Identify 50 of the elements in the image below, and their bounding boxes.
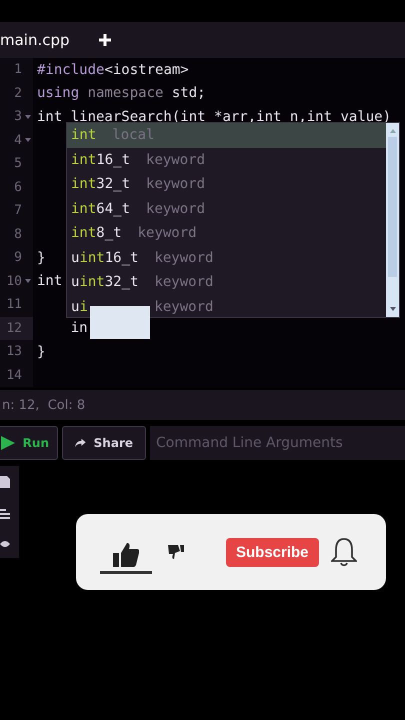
code-line: in (70, 320, 88, 336)
line-number: 7 (14, 203, 22, 218)
line-number: 6 (14, 180, 22, 195)
code-line: using namespace std; (37, 85, 206, 102)
line-number: 10 (6, 274, 22, 289)
suggestion-item[interactable]: int 16_t keyword (67, 148, 386, 172)
cursor-position: n: 12, Col: 8 (2, 398, 86, 412)
play-icon (0, 436, 15, 450)
line-number: 1 (14, 62, 22, 78)
line-number: 11 (6, 297, 22, 312)
suggestion-item[interactable]: int64_t keyword (67, 196, 386, 221)
list-icon[interactable] (0, 508, 10, 519)
line-number: 8 (14, 226, 22, 242)
suggestion-item[interactable]: uint32_t keyword (67, 270, 386, 294)
suggestion-item[interactable]: ui keyword (67, 294, 386, 319)
code-line: int (37, 273, 62, 290)
fold-caret-icon[interactable] (25, 114, 31, 119)
line-number: 3 (14, 109, 22, 124)
dislike-icon[interactable] (168, 545, 184, 559)
scrollbar[interactable] (386, 123, 399, 317)
share-icon (75, 437, 86, 449)
line-number: 12 (6, 320, 22, 336)
bell-icon[interactable] (330, 537, 357, 567)
line-number: 4 (14, 132, 22, 148)
suggestion-item[interactable]: int local (67, 123, 386, 148)
thumbs-up-icon (113, 542, 139, 566)
file-tab[interactable]: main.cpp (0, 25, 70, 55)
suggestion-item[interactable]: int8_t keyword (67, 221, 386, 246)
code-line: } (37, 344, 46, 360)
code-line: } (37, 250, 46, 266)
line-number: 9 (14, 250, 22, 266)
share-button[interactable]: Share (62, 426, 146, 460)
plus-icon[interactable] (98, 33, 112, 47)
suggestion-item[interactable]: uint 16_t keyword (67, 246, 386, 270)
run-button[interactable]: Run (0, 426, 58, 460)
line-number: 2 (14, 86, 22, 101)
suggestion-item[interactable]: int32_t keyword (67, 172, 386, 196)
file-icon[interactable] (0, 476, 10, 488)
eye-icon[interactable] (0, 540, 10, 548)
code-line: int linearSearch(int *arr,int n,int value) (37, 108, 392, 125)
arguments-field[interactable]: Command Line Arguments (150, 426, 405, 460)
line-number: 5 (14, 156, 22, 172)
fold-caret-icon[interactable] (25, 279, 31, 284)
fold-caret-icon[interactable] (25, 138, 31, 142)
subscribe-button[interactable]: Subscribe (226, 538, 319, 566)
line-number: 13 (6, 344, 22, 360)
code-line: #include<iostream> (37, 62, 189, 78)
line-number: 14 (6, 368, 22, 383)
tooltip-box (90, 306, 150, 339)
scroll-down-icon[interactable] (390, 307, 396, 311)
